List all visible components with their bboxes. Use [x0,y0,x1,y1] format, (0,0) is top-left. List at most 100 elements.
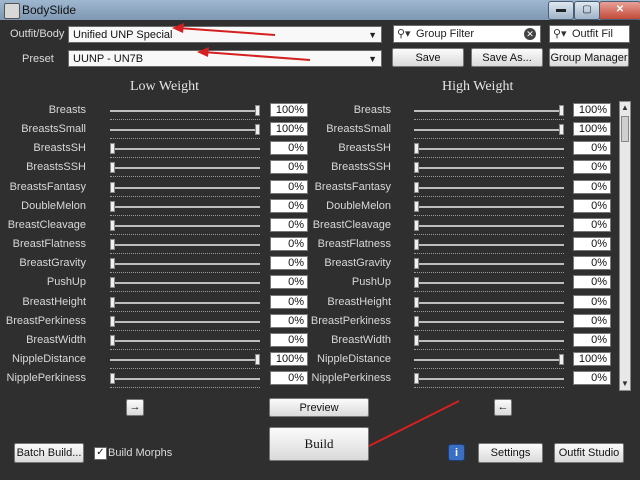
slider-value-field[interactable]: 0% [573,218,611,232]
slider-track[interactable] [110,206,260,208]
info-button[interactable]: i [448,444,465,461]
slider-thumb[interactable] [414,297,419,308]
slider-value-field[interactable]: 100% [270,103,308,117]
save-button[interactable]: Save [392,48,464,67]
slider-track[interactable] [414,378,564,380]
slider-thumb[interactable] [414,162,419,173]
slider-thumb[interactable] [110,143,115,154]
slider-value-field[interactable]: 0% [270,314,308,328]
slider-value-field[interactable]: 0% [573,295,611,309]
slider-track[interactable] [110,129,260,131]
slider-track[interactable] [414,225,564,227]
slider-thumb[interactable] [414,182,419,193]
slider-value-field[interactable]: 0% [573,314,611,328]
slider-thumb[interactable] [110,316,115,327]
slider-value-field[interactable]: 100% [573,122,611,136]
slider-track[interactable] [110,282,260,284]
slider-thumb[interactable] [255,124,260,135]
copy-to-high-button[interactable]: → [126,399,144,416]
group-manager-button[interactable]: Group Manager [549,48,629,67]
slider-track[interactable] [414,263,564,265]
slider-thumb[interactable] [414,258,419,269]
slider-track[interactable] [414,206,564,208]
outfit-studio-button[interactable]: Outfit Studio [554,443,624,463]
slider-thumb[interactable] [414,335,419,346]
slider-track[interactable] [110,244,260,246]
slider-value-field[interactable]: 0% [573,237,611,251]
slider-thumb[interactable] [255,105,260,116]
slider-thumb[interactable] [414,201,419,212]
slider-thumb[interactable] [414,143,419,154]
slider-thumb[interactable] [110,373,115,384]
slider-track[interactable] [110,359,260,361]
preview-button[interactable]: Preview [269,398,369,417]
slider-thumb[interactable] [110,201,115,212]
slider-value-field[interactable]: 100% [573,103,611,117]
slider-value-field[interactable]: 0% [270,275,308,289]
slider-thumb[interactable] [559,124,564,135]
slider-thumb[interactable] [414,373,419,384]
slider-track[interactable] [110,340,260,342]
slider-track[interactable] [414,148,564,150]
slider-value-field[interactable]: 0% [270,371,308,385]
slider-value-field[interactable]: 0% [270,180,308,194]
slider-thumb[interactable] [110,297,115,308]
slider-track[interactable] [414,244,564,246]
batch-build-button[interactable]: Batch Build... [14,443,84,463]
slider-value-field[interactable]: 0% [573,256,611,270]
slider-value-field[interactable]: 0% [270,333,308,347]
slider-value-field[interactable]: 0% [573,199,611,213]
slider-track[interactable] [110,225,260,227]
slider-track[interactable] [110,167,260,169]
slider-thumb[interactable] [414,220,419,231]
slider-value-field[interactable]: 0% [270,199,308,213]
scrollbar-thumb[interactable] [621,116,629,142]
maximize-button[interactable]: ▢ [574,1,600,20]
slider-thumb[interactable] [414,239,419,250]
slider-track[interactable] [110,148,260,150]
build-button[interactable]: Build [269,427,369,461]
slider-track[interactable] [414,302,564,304]
slider-track[interactable] [110,321,260,323]
slider-track[interactable] [110,110,260,112]
group-filter-input[interactable]: ⚲▾ Group Filter ✕ [393,25,541,43]
slider-value-field[interactable]: 0% [270,141,308,155]
close-button[interactable]: ✕ [599,1,640,20]
slider-value-field[interactable]: 0% [270,295,308,309]
slider-list-scrollbar[interactable]: ▲ ▼ [619,101,631,391]
copy-to-low-button[interactable]: ← [494,399,512,416]
slider-thumb[interactable] [110,258,115,269]
slider-value-field[interactable]: 100% [270,352,308,366]
slider-track[interactable] [414,187,564,189]
slider-value-field[interactable]: 0% [573,180,611,194]
slider-thumb[interactable] [110,277,115,288]
slider-thumb[interactable] [110,239,115,250]
slider-value-field[interactable]: 0% [573,141,611,155]
slider-value-field[interactable]: 0% [270,256,308,270]
slider-thumb[interactable] [110,220,115,231]
scroll-up-icon[interactable]: ▲ [620,102,630,114]
slider-thumb[interactable] [559,354,564,365]
slider-track[interactable] [110,302,260,304]
save-as-button[interactable]: Save As... [471,48,543,67]
slider-value-field[interactable]: 0% [573,371,611,385]
slider-value-field[interactable]: 100% [270,122,308,136]
slider-value-field[interactable]: 0% [270,218,308,232]
slider-track[interactable] [414,359,564,361]
slider-track[interactable] [414,129,564,131]
slider-thumb[interactable] [414,316,419,327]
slider-value-field[interactable]: 0% [573,275,611,289]
slider-track[interactable] [414,167,564,169]
slider-thumb[interactable] [255,354,260,365]
slider-track[interactable] [110,378,260,380]
slider-track[interactable] [414,340,564,342]
settings-button[interactable]: Settings [478,443,543,463]
slider-track[interactable] [414,282,564,284]
slider-value-field[interactable]: 0% [573,160,611,174]
slider-track[interactable] [110,187,260,189]
slider-thumb[interactable] [559,105,564,116]
slider-value-field[interactable]: 100% [573,352,611,366]
slider-thumb[interactable] [110,162,115,173]
outfit-filter-input[interactable]: ⚲▾ Outfit Fil [549,25,630,43]
build-morphs-checkbox[interactable]: ✓ [94,447,107,460]
